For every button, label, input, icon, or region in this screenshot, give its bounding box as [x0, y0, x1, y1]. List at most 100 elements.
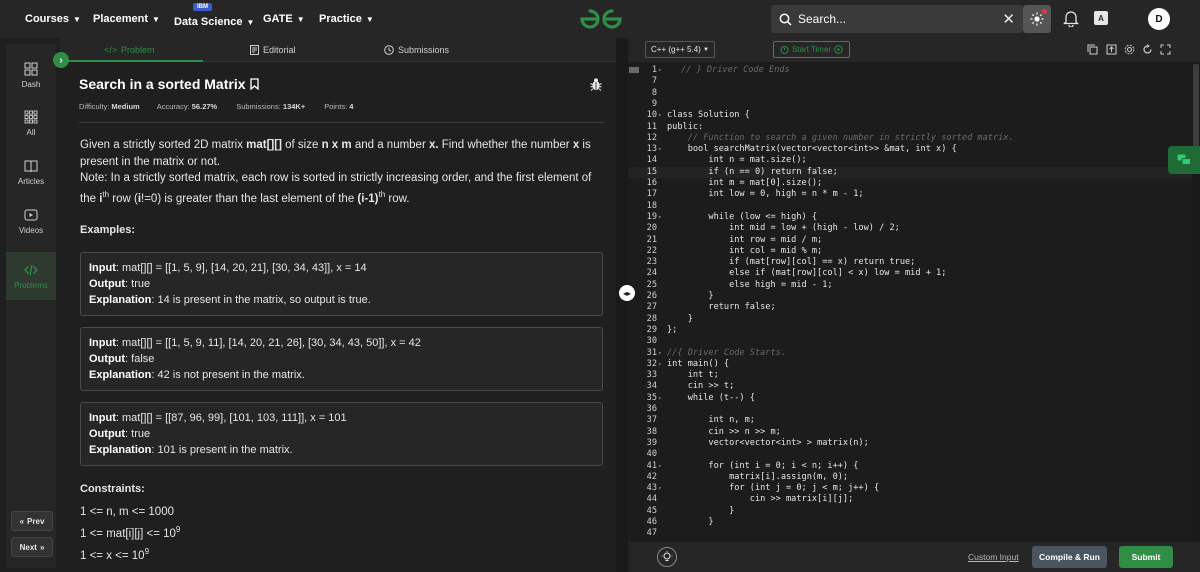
- code-line[interactable]: 1 ▾ // } Driver Code Ends: [629, 65, 1194, 76]
- sidebar-item-articles[interactable]: Articles: [6, 159, 56, 189]
- fold-toggle-icon[interactable]: ▾: [658, 110, 664, 121]
- tab-submissions[interactable]: Submissions: [384, 38, 449, 62]
- sidebar-item-all[interactable]: All: [6, 110, 56, 140]
- fullscreen-icon[interactable]: [1160, 44, 1171, 55]
- code-line[interactable]: 23 if (mat[row][col] == x) return true;: [629, 257, 1194, 268]
- code-line[interactable]: 39 vector<vector<int> > matrix(n);: [629, 438, 1194, 449]
- code-line[interactable]: 19 ▾ while (low <= high) {: [629, 212, 1194, 223]
- sidebar-item-dash[interactable]: Dash: [6, 62, 56, 92]
- sidebar-item-videos[interactable]: Videos: [6, 208, 56, 238]
- theme-toggle-button[interactable]: [1023, 5, 1051, 33]
- example-box: Input: mat[][] = [[1, 5, 9], [14, 20, 21…: [80, 252, 603, 316]
- code-line[interactable]: 31 ▾//{ Driver Code Starts.: [629, 348, 1194, 359]
- sidebar-item-problems[interactable]: Problems: [6, 252, 56, 300]
- code-line[interactable]: 17 int low = 0, high = n * m - 1;: [629, 189, 1194, 200]
- code-line[interactable]: 42 matrix[i].assign(m, 0);: [629, 472, 1194, 483]
- nav-gate[interactable]: GATE ▼: [263, 0, 305, 38]
- tab-problem[interactable]: </> Problem: [104, 38, 155, 62]
- code-line[interactable]: 10 ▾ class Solution {: [629, 110, 1194, 121]
- fold-toggle-icon[interactable]: ▾: [658, 348, 664, 359]
- fold-toggle-icon[interactable]: ▾: [658, 144, 664, 155]
- close-icon[interactable]: ✕: [1002, 10, 1015, 28]
- bookmark-icon[interactable]: [249, 78, 259, 90]
- line-number: 29: [646, 324, 657, 335]
- language-select[interactable]: C++ (g++ 5.4) ▼: [645, 41, 715, 58]
- code-line[interactable]: 20 int mid = low + (high - low) / 2;: [629, 223, 1194, 234]
- resize-handle-icon[interactable]: ◂▸: [619, 285, 635, 301]
- input-label: Input: [89, 412, 116, 424]
- code-line[interactable]: 40: [629, 449, 1194, 460]
- search-input[interactable]: Search...: [798, 12, 846, 26]
- fold-toggle-icon[interactable]: ▾: [658, 393, 664, 404]
- code-line[interactable]: 38 cin >> n >> m;: [629, 427, 1194, 438]
- code-line[interactable]: 26 }: [629, 291, 1194, 302]
- code-line[interactable]: 15 if (n == 0) return false;: [629, 166, 1194, 178]
- code-line[interactable]: 46 }: [629, 517, 1194, 528]
- code-line[interactable]: 27 return false;: [629, 302, 1194, 313]
- code-line[interactable]: 34 cin >> t;: [629, 381, 1194, 392]
- code-line[interactable]: 24 else if (mat[row][col] < x) low = mid…: [629, 268, 1194, 279]
- code-line[interactable]: 7: [629, 76, 1194, 87]
- code-line[interactable]: 28 }: [629, 314, 1194, 325]
- code-line[interactable]: 12 // Function to search a given number …: [629, 133, 1194, 144]
- prev-button[interactable]: «Prev: [11, 511, 53, 531]
- copy-icon[interactable]: [1087, 44, 1098, 55]
- start-timer-button[interactable]: Start Timer: [773, 41, 850, 58]
- reset-icon[interactable]: [1142, 44, 1153, 55]
- nav-placement[interactable]: Placement ▼: [93, 0, 160, 38]
- next-button[interactable]: Next»: [11, 537, 53, 557]
- fold-toggle-icon[interactable]: ▾: [658, 359, 664, 370]
- code-line[interactable]: 18: [629, 201, 1194, 212]
- settings-icon[interactable]: [1124, 44, 1135, 55]
- expand-sidebar-button[interactable]: ›: [53, 52, 69, 68]
- nav-practice[interactable]: Practice ▼: [319, 0, 374, 38]
- bug-report-icon[interactable]: [590, 77, 602, 91]
- code-line[interactable]: 43 ▾ for (int j = 0; j < m; j++) {: [629, 483, 1194, 494]
- code-line[interactable]: 30: [629, 336, 1194, 347]
- fold-toggle-icon[interactable]: ▾: [658, 212, 664, 223]
- gfg-logo-icon[interactable]: [578, 7, 624, 31]
- bell-icon[interactable]: [1063, 9, 1079, 27]
- code-line[interactable]: 14 int n = mat.size();: [629, 155, 1194, 166]
- code-line[interactable]: 8: [629, 88, 1194, 99]
- upload-file-icon[interactable]: [1106, 44, 1117, 55]
- code-line[interactable]: 35 ▾ while (t--) {: [629, 393, 1194, 404]
- fold-toggle-icon[interactable]: ▾: [658, 483, 664, 494]
- fold-toggle-icon[interactable]: ▾: [658, 65, 664, 76]
- translate-icon[interactable]: A: [1094, 11, 1108, 25]
- panel-splitter[interactable]: [616, 38, 628, 572]
- search-bar[interactable]: Search... ✕: [771, 5, 1023, 33]
- code-line[interactable]: 9: [629, 99, 1194, 110]
- submit-button[interactable]: Submit: [1119, 546, 1173, 568]
- code-line[interactable]: 37 int n, m;: [629, 415, 1194, 426]
- code-line[interactable]: 11 public:: [629, 122, 1194, 133]
- code-line[interactable]: 33 int t;: [629, 370, 1194, 381]
- compile-run-button[interactable]: Compile & Run: [1032, 546, 1107, 568]
- code-line[interactable]: 47: [629, 528, 1194, 539]
- tab-editorial[interactable]: Editorial: [250, 38, 296, 62]
- code-line[interactable]: 36: [629, 404, 1194, 415]
- avatar[interactable]: D: [1148, 8, 1170, 30]
- nav-data-science[interactable]: Data Science ▼: [174, 3, 254, 41]
- code-line[interactable]: 45 }: [629, 506, 1194, 517]
- code-line[interactable]: 44 cin >> matrix[i][j];: [629, 494, 1194, 505]
- code-line[interactable]: 22 int col = mid % m;: [629, 246, 1194, 257]
- chevron-down-icon: ▼: [246, 17, 255, 27]
- hint-button[interactable]: [657, 547, 677, 567]
- fold-toggle-icon[interactable]: ▾: [658, 461, 664, 472]
- chat-button[interactable]: [1168, 146, 1200, 174]
- custom-input-link[interactable]: Custom Input: [968, 552, 1019, 562]
- nav-courses[interactable]: Courses ▼: [25, 0, 81, 38]
- code-line[interactable]: 29};: [629, 325, 1194, 336]
- code-line[interactable]: 32 ▾ int main() {: [629, 359, 1194, 370]
- code-text: int m = mat[0].size();: [667, 178, 823, 188]
- code-line[interactable]: 41 ▾ for (int i = 0; i < n; i++) {: [629, 461, 1194, 472]
- code-line[interactable]: 25 else high = mid - 1;: [629, 280, 1194, 291]
- line-number: 46: [646, 517, 657, 527]
- code-line[interactable]: 21 int row = mid / m;: [629, 235, 1194, 246]
- editor-scrollbar-thumb[interactable]: [1193, 64, 1199, 154]
- code-line[interactable]: 16 int m = mat[0].size();: [629, 178, 1194, 189]
- example-box: Input: mat[][] = [[87, 96, 99], [101, 10…: [80, 402, 603, 466]
- code-editor[interactable]: 1 ▾// } Driver Code Ends 7 8 9 10 ▾ class Solut…: [629, 62, 1200, 542]
- code-line[interactable]: 13 ▾ bool searchMatrix(vector<vector<int>…: [629, 144, 1194, 155]
